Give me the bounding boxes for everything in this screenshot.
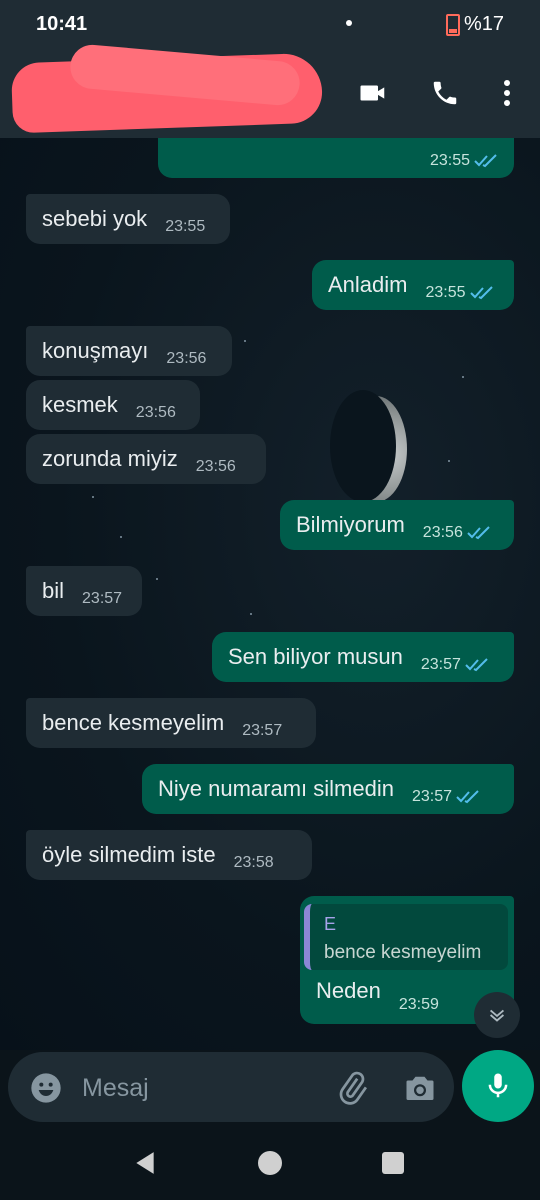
wallpaper-star <box>120 536 122 538</box>
wallpaper-star <box>250 613 252 615</box>
message-text: Neden <box>316 978 381 1003</box>
message-bubble-out[interactable]: Anladim 23:55 <box>312 260 514 310</box>
message-bubble-out[interactable]: Sen biliyor musun 23:57 <box>212 632 514 682</box>
wallpaper-star <box>462 376 464 378</box>
nav-home-icon[interactable] <box>258 1151 282 1175</box>
wallpaper-star <box>244 340 246 342</box>
android-nav-bar <box>0 1128 540 1200</box>
video-call-icon[interactable] <box>356 78 390 108</box>
moon-shadow <box>330 390 396 502</box>
quoted-text: bence kesmeyelim <box>324 942 482 963</box>
read-ticks-icon <box>474 154 497 168</box>
message-bubble-out[interactable]: 23:55 <box>158 138 514 178</box>
message-text: sebebi yok <box>42 206 148 231</box>
message-time: 23:55 <box>425 284 466 301</box>
message-time: 23:57 <box>242 722 283 739</box>
message-text: konuşmayı <box>42 338 149 363</box>
mic-icon <box>488 1073 508 1098</box>
message-bubble-in[interactable]: öyle silmedim iste 23:58 <box>26 830 312 880</box>
wallpaper-star <box>92 496 94 498</box>
message-bubble-in[interactable]: sebebi yok 23:55 <box>26 194 230 244</box>
scroll-down-icon <box>489 1009 505 1022</box>
battery-icon <box>446 13 460 36</box>
message-text: öyle silmedim iste <box>42 842 216 867</box>
message-text: bil <box>42 578 65 603</box>
message-time: 23:56 <box>166 350 207 367</box>
camera-icon[interactable] <box>402 1070 438 1106</box>
battery-indicator: %17 <box>446 13 504 36</box>
message-text: Bilmiyorum <box>296 512 405 537</box>
message-bubble-in[interactable]: konuşmayı 23:56 <box>26 326 232 376</box>
message-bubble-in[interactable]: bence kesmeyelim 23:57 <box>26 698 316 748</box>
message-bubble-in[interactable]: zorunda miyiz 23:56 <box>26 434 266 484</box>
message-time: 23:57 <box>411 788 453 805</box>
status-time: 10:41 <box>36 13 88 35</box>
notification-dot <box>346 20 352 26</box>
quoted-sender: E <box>324 914 337 934</box>
read-ticks-icon <box>469 286 493 300</box>
scroll-down-button[interactable] <box>474 992 520 1038</box>
message-time: 23:57 <box>420 656 461 673</box>
message-time: 23:56 <box>135 404 176 421</box>
chat-header <box>0 43 540 138</box>
message-time: 23:57 <box>82 590 123 607</box>
nav-back-icon[interactable] <box>132 1150 158 1176</box>
read-ticks-icon <box>456 790 479 804</box>
message-text: Sen biliyor musun <box>228 644 403 669</box>
message-time: 23:59 <box>398 996 439 1013</box>
message-input[interactable] <box>80 1067 334 1109</box>
status-bar: 10:41 %17 <box>0 0 540 48</box>
message-text: bence kesmeyelim <box>42 710 225 735</box>
message-time: 23:55 <box>165 218 206 235</box>
message-text: kesmek <box>42 392 118 417</box>
message-bubble-in[interactable]: kesmek 23:56 <box>26 380 200 430</box>
wallpaper-star <box>156 578 158 580</box>
message-text: Anladim <box>328 272 408 297</box>
attach-icon[interactable] <box>334 1070 370 1106</box>
read-ticks-icon <box>467 526 490 540</box>
message-text: Niye numaramı silmedin <box>158 776 394 801</box>
message-text: zorunda miyiz <box>42 446 178 471</box>
more-icon[interactable] <box>496 78 518 108</box>
message-time: 23:56 <box>422 524 463 541</box>
message-bubble-out[interactable]: Niye numaramı silmedin 23:57 <box>142 764 514 814</box>
phone-icon[interactable] <box>428 78 462 108</box>
mic-button[interactable] <box>462 1050 534 1122</box>
message-bubble-in[interactable]: bil 23:57 <box>26 566 142 616</box>
message-time: 23:58 <box>233 854 274 871</box>
read-ticks-icon <box>465 658 488 672</box>
battery-level: %17 <box>464 13 505 35</box>
wallpaper-star <box>448 460 450 462</box>
quoted-reply[interactable]: E bence kesmeyelim <box>304 904 508 970</box>
message-input-pill[interactable] <box>8 1052 454 1122</box>
message-bubble-out[interactable]: Bilmiyorum 23:56 <box>280 500 514 550</box>
message-time: 23:56 <box>195 458 236 475</box>
nav-recents-icon[interactable] <box>382 1152 404 1174</box>
composer-bar <box>0 1050 540 1128</box>
emoji-icon[interactable] <box>30 1072 62 1104</box>
message-time: 23:55 <box>429 152 470 169</box>
